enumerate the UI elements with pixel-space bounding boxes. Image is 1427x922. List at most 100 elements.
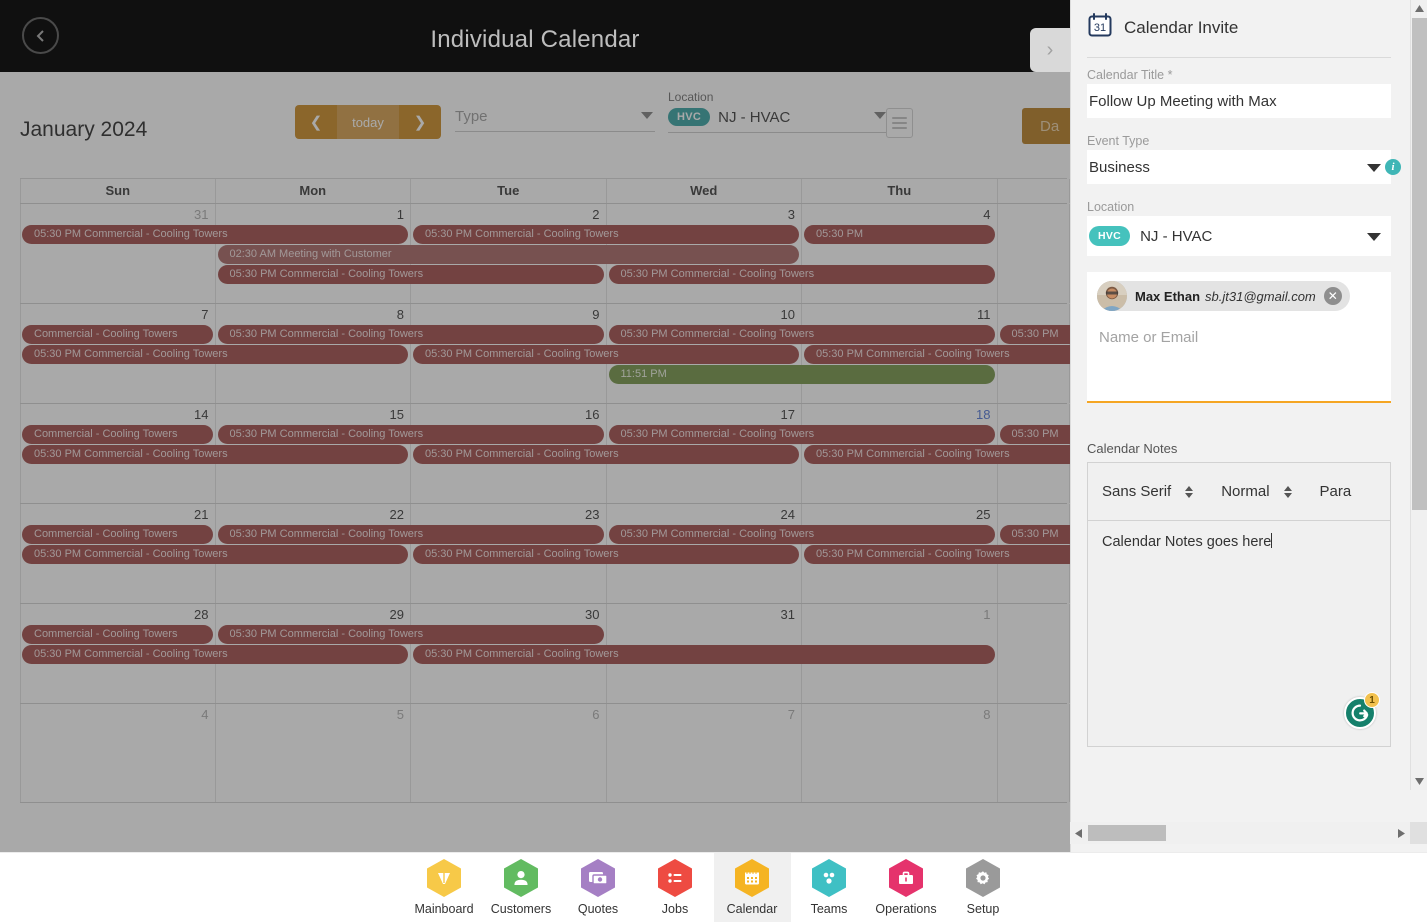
calendar-invite-panel: 31 Calendar Invite Calendar Title * Foll… bbox=[1070, 0, 1427, 852]
nav-item-label: Customers bbox=[490, 902, 552, 916]
calendar-day-cell[interactable]: 7 bbox=[607, 704, 802, 802]
today-button[interactable]: today bbox=[337, 105, 399, 139]
scroll-left-icon[interactable] bbox=[1070, 822, 1087, 844]
grammarly-icon[interactable]: 1 bbox=[1344, 692, 1380, 729]
nav-item-operations[interactable]: Operations bbox=[868, 853, 945, 922]
calendar-event[interactable]: 05:30 PM Commercial - Cooling Towers bbox=[413, 545, 799, 564]
calendar-event[interactable]: 05:30 PM bbox=[999, 425, 1070, 444]
calendar-event[interactable]: 05:30 PM Commercial - Cooling Towers bbox=[413, 445, 799, 464]
attendee-input[interactable]: Name or Email bbox=[1099, 329, 1198, 346]
prev-month-button[interactable]: ❮ bbox=[295, 105, 337, 139]
nav-item-jobs[interactable]: Jobs bbox=[637, 853, 714, 922]
hscrollbar-thumb[interactable] bbox=[1088, 825, 1166, 841]
calendar-event[interactable]: Commercial - Cooling Towers bbox=[22, 325, 213, 344]
font-family-select[interactable]: Sans Serif bbox=[1102, 483, 1194, 500]
calendar-day-number: 5 bbox=[396, 707, 404, 722]
calendar-event[interactable]: 05:30 PM Commercial - Cooling Towers bbox=[804, 345, 1070, 364]
location-filter-select[interactable]: HVC NJ - HVAC bbox=[668, 108, 888, 133]
calendar-event[interactable]: 05:30 PM Commercial - Cooling Towers bbox=[217, 625, 604, 644]
calendar-event[interactable]: 05:30 PM Commercial - Cooling Towers bbox=[608, 425, 995, 444]
calendar-week-row: 28 29 30 31 1 Commercial - Cooling Towers 05:3… bbox=[20, 603, 1070, 703]
notes-editor-body[interactable]: Calendar Notes goes here 1 bbox=[1088, 521, 1390, 747]
list-view-icon[interactable] bbox=[886, 108, 913, 138]
type-filter-select[interactable]: Type bbox=[455, 108, 655, 132]
nav-item-setup[interactable]: Setup bbox=[945, 853, 1022, 922]
close-icon[interactable]: ✕ bbox=[1323, 287, 1342, 305]
page-title: Individual Calendar bbox=[430, 26, 640, 53]
panel-horizontal-scrollbar[interactable] bbox=[1070, 822, 1410, 844]
nav-item-teams[interactable]: Teams bbox=[791, 853, 868, 922]
calendar-day-cell[interactable] bbox=[998, 704, 1070, 802]
jobs-icon bbox=[658, 859, 692, 897]
setup-icon bbox=[966, 859, 1000, 897]
calendar-day-cell[interactable]: 8 bbox=[802, 704, 998, 802]
grammarly-badge: 1 bbox=[1364, 692, 1380, 708]
calendar-event[interactable]: 11:51 PM bbox=[608, 365, 995, 384]
panel-title: Calendar Invite bbox=[1124, 17, 1239, 37]
calendar-day-cell[interactable]: 5 bbox=[216, 704, 411, 802]
calendar-day-cell[interactable]: 4 bbox=[802, 204, 998, 303]
calendar-day-cell[interactable]: 4 bbox=[20, 704, 216, 802]
calendar-event[interactable]: 05:30 PM Commercial - Cooling Towers bbox=[22, 645, 408, 664]
next-month-button[interactable]: ❯ bbox=[399, 105, 441, 139]
font-size-select[interactable]: Normal bbox=[1221, 483, 1292, 500]
nav-item-calendar[interactable]: Calendar bbox=[713, 852, 791, 922]
next-panel-tab[interactable]: › bbox=[1030, 28, 1070, 72]
calendar-event[interactable]: Commercial - Cooling Towers bbox=[22, 625, 213, 644]
calendar-day-cell[interactable] bbox=[998, 604, 1070, 703]
nav-item-customers[interactable]: Customers bbox=[483, 853, 560, 922]
calendar-event[interactable]: 05:30 PM Commercial - Cooling Towers bbox=[413, 225, 799, 244]
calendar-event[interactable]: 05:30 PM bbox=[999, 325, 1070, 344]
panel-header: 31 Calendar Invite bbox=[1087, 12, 1238, 43]
calendar-event[interactable]: 05:30 PM Commercial - Cooling Towers bbox=[413, 645, 995, 664]
calendar-event[interactable]: 05:30 PM Commercial - Cooling Towers bbox=[608, 325, 995, 344]
scroll-up-icon[interactable] bbox=[1411, 0, 1427, 17]
nav-item-mainboard[interactable]: Mainboard bbox=[406, 853, 483, 922]
calendar-event[interactable]: 05:30 PM Commercial - Cooling Towers bbox=[22, 345, 408, 364]
calendar-event[interactable]: 05:30 PM Commercial - Cooling Towers bbox=[217, 325, 604, 344]
attendee-chip[interactable]: Max Ethan sb.jt31@gmail.com ✕ bbox=[1097, 281, 1350, 311]
calendar-day-header: Sun bbox=[20, 179, 216, 203]
calendar-event[interactable]: Commercial - Cooling Towers bbox=[22, 525, 213, 544]
calendar-event[interactable]: 05:30 PM Commercial - Cooling Towers bbox=[608, 525, 995, 544]
info-icon[interactable]: i bbox=[1385, 159, 1401, 175]
day-view-button[interactable]: Da bbox=[1022, 108, 1070, 144]
calendar-event[interactable]: 02:30 AM Meeting with Customer bbox=[217, 245, 799, 264]
calendar-weeks: 31 1 2 3 4 05:30 PM Commercial - Cooling Towe… bbox=[20, 203, 1070, 803]
calendar-title-input[interactable]: Follow Up Meeting with Max bbox=[1087, 84, 1391, 118]
calendar-event[interactable]: 05:30 PM Commercial - Cooling Towers bbox=[217, 265, 604, 284]
calendar-event[interactable]: 05:30 PM bbox=[999, 525, 1070, 544]
calendar-day-cell[interactable]: 31 bbox=[20, 204, 216, 303]
calendar-grid: Sun Mon Tue Wed Thu 31 1 2 3 4 05:30 PM Commercia… bbox=[20, 178, 1070, 803]
notes-editor: Sans Serif Normal Para Calendar Notes go… bbox=[1087, 462, 1391, 747]
calendar-event[interactable]: 05:30 PM Commercial - Cooling Towers bbox=[608, 265, 995, 284]
calendar-event[interactable]: 05:30 PM Commercial - Cooling Towers bbox=[804, 445, 1070, 464]
invite-location-select[interactable]: HVC NJ - HVAC bbox=[1087, 216, 1391, 256]
calendar-day-cell[interactable] bbox=[998, 204, 1070, 303]
scroll-right-icon[interactable] bbox=[1393, 822, 1410, 844]
nav-item-quotes[interactable]: Quotes bbox=[560, 853, 637, 922]
calendar-event[interactable]: 05:30 PM bbox=[804, 225, 995, 244]
event-type-select[interactable]: Business i bbox=[1087, 150, 1401, 184]
month-label: January 2024 bbox=[20, 118, 148, 141]
calendar-event[interactable]: 05:30 PM Commercial - Cooling Towers bbox=[22, 445, 408, 464]
scroll-down-icon[interactable] bbox=[1411, 773, 1427, 790]
calendar-day-header: Thu bbox=[802, 179, 998, 203]
panel-vertical-scrollbar[interactable] bbox=[1410, 0, 1427, 790]
location-filter-label: Location bbox=[668, 90, 714, 104]
calendar-event[interactable]: 05:30 PM Commercial - Cooling Towers bbox=[413, 345, 799, 364]
calendar-event[interactable]: 05:30 PM Commercial - Cooling Towers bbox=[804, 545, 1070, 564]
event-type-field: Event Type Business i bbox=[1087, 134, 1401, 184]
scrollbar-thumb[interactable] bbox=[1412, 18, 1427, 510]
calendar-event[interactable]: 05:30 PM Commercial - Cooling Towers bbox=[217, 425, 604, 444]
calendar-event[interactable]: 05:30 PM Commercial - Cooling Towers bbox=[22, 545, 408, 564]
calendar-day-number: 22 bbox=[389, 507, 404, 522]
calendar-event[interactable]: 05:30 PM Commercial - Cooling Towers bbox=[217, 525, 604, 544]
block-format-select[interactable]: Para bbox=[1320, 483, 1352, 500]
attendee-box[interactable]: Max Ethan sb.jt31@gmail.com ✕ Name or Em… bbox=[1087, 272, 1391, 403]
calendar-event[interactable]: Commercial - Cooling Towers bbox=[22, 425, 213, 444]
calendar-event[interactable]: 05:30 PM Commercial - Cooling Towers bbox=[22, 225, 408, 244]
app-header: Individual Calendar › bbox=[0, 0, 1070, 72]
calendar-day-cell[interactable]: 6 bbox=[411, 704, 607, 802]
calendar-day-number: 17 bbox=[780, 407, 795, 422]
